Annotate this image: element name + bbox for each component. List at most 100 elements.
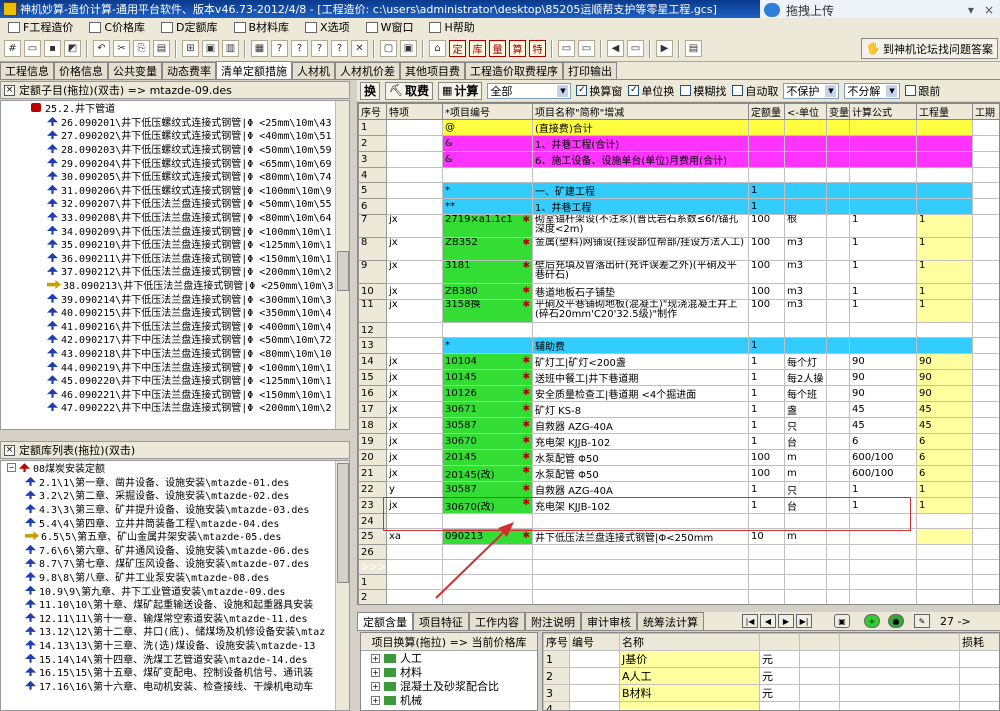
table-cell[interactable]: 只 bbox=[784, 417, 827, 434]
table-cell[interactable] bbox=[826, 574, 850, 590]
table-cell[interactable]: 17 bbox=[358, 401, 387, 418]
close-icon[interactable]: × bbox=[984, 3, 994, 17]
table-cell[interactable] bbox=[826, 449, 850, 466]
table-cell[interactable] bbox=[799, 650, 840, 668]
table-cell[interactable]: 13 bbox=[358, 337, 387, 354]
table-cell[interactable]: m3 bbox=[784, 299, 827, 323]
bottom-tab-4[interactable]: 审计审核 bbox=[581, 612, 637, 630]
table-cell[interactable]: 2 bbox=[358, 589, 387, 604]
tree-item[interactable]: 5.4\4\第四章、立井井筒装备工程\mtazde-04.des bbox=[1, 515, 349, 529]
table-cell[interactable]: 16 bbox=[358, 385, 387, 402]
table-cell[interactable]: 6 bbox=[849, 433, 917, 450]
table-cell[interactable]: 30671 ✱ bbox=[442, 401, 533, 418]
table-cell[interactable]: jx bbox=[386, 237, 443, 261]
column-header[interactable]: 名称 bbox=[619, 633, 760, 651]
table-cell[interactable]: m3 bbox=[784, 237, 827, 261]
table-row[interactable]: 21 jx 20145(改) ✱ 水泵配管 Φ50 100 m 600/100 6 bbox=[358, 465, 999, 482]
screen-icon[interactable]: ▭ bbox=[558, 40, 575, 57]
table-cell[interactable]: 2 bbox=[358, 135, 387, 152]
table-cell[interactable] bbox=[959, 701, 999, 710]
table-cell[interactable]: 金属(塑料)网铺设(挂设部位帮部/挂设方法人工) bbox=[532, 237, 749, 261]
tree-item[interactable]: 10.9\9\第九章、井下工业管道安装\mtazde-09.des bbox=[1, 583, 349, 597]
table-cell[interactable]: 8 bbox=[358, 237, 387, 261]
table-cell[interactable]: 1 bbox=[748, 417, 785, 434]
table-cell[interactable]: 6 bbox=[916, 449, 973, 466]
table-cell[interactable] bbox=[532, 322, 749, 338]
table-cell[interactable] bbox=[386, 119, 443, 136]
scroll-thumb[interactable] bbox=[337, 251, 349, 291]
table-cell[interactable]: 每个班 bbox=[784, 385, 827, 402]
tree-item[interactable]: 35.090210\井下低压法兰盘连接式钢管|Φ <125mm\10m\1 bbox=[1, 237, 349, 251]
table-row[interactable]: 1 bbox=[358, 574, 999, 590]
table-row[interactable]: 16 jx 10126 ✱ 安全质量检查工|巷道期 <4个掘进面 1 每个班 90 90 bbox=[358, 385, 999, 402]
column-header[interactable]: 定额量 bbox=[748, 103, 785, 120]
tree-item[interactable]: 43.090218\井下中压法兰盘连接式钢管|Φ <80mm\10m\10 bbox=[1, 346, 349, 359]
table-cell[interactable]: 元 bbox=[759, 684, 800, 702]
table-cell[interactable] bbox=[826, 465, 850, 482]
table-cell[interactable] bbox=[442, 574, 533, 590]
table-cell[interactable] bbox=[972, 151, 999, 168]
tab-4[interactable]: 清单定额措施 bbox=[216, 61, 292, 79]
table-row[interactable]: 22 y 30587 ✱ 自救器 AZG-40A 1 只 1 1 bbox=[358, 481, 999, 498]
table-cell[interactable]: 26 bbox=[358, 544, 387, 560]
menu-item-5[interactable]: W窗口 bbox=[358, 19, 422, 35]
cut-icon[interactable]: ✂ bbox=[113, 40, 130, 57]
checkbox-box[interactable] bbox=[905, 85, 917, 96]
save-as-icon[interactable]: ◩ bbox=[64, 40, 81, 57]
table-cell[interactable]: jx bbox=[386, 299, 443, 323]
tree-item[interactable]: 32.090207\井下低压法兰盘连接式钢管|Φ <50mm\10m\55 bbox=[1, 196, 349, 210]
column-header[interactable] bbox=[839, 633, 960, 651]
table-cell[interactable]: jx bbox=[386, 214, 443, 238]
table-cell[interactable] bbox=[442, 559, 533, 575]
table-cell[interactable] bbox=[827, 605, 850, 606]
table-cell[interactable] bbox=[917, 605, 973, 606]
forward-icon[interactable]: ▶ bbox=[656, 40, 673, 57]
table-cell[interactable]: ZB352 ✱ bbox=[442, 237, 533, 261]
list-icon[interactable]: ▤ bbox=[685, 40, 702, 57]
table-cell[interactable]: 9 bbox=[358, 260, 387, 284]
calculate-button[interactable]: ▦ 计算 bbox=[438, 81, 483, 100]
table-row[interactable]: >>>> bbox=[358, 559, 999, 575]
help-icon[interactable]: ? bbox=[271, 40, 288, 57]
table-cell[interactable] bbox=[569, 650, 620, 668]
table-cell[interactable]: ** bbox=[442, 198, 533, 215]
tree-item[interactable]: 12.11\11\第十一章、输煤常空索道安装\mtazde-11.des bbox=[1, 611, 349, 624]
tree-item[interactable]: 4.3\3\第三章、矿井提升设备、设施安装\mtazde-03.des bbox=[1, 502, 349, 515]
table-cell[interactable]: 3 bbox=[543, 684, 570, 702]
table-cell[interactable]: @ bbox=[442, 119, 533, 136]
save-icon[interactable]: ▪ bbox=[44, 40, 61, 57]
layout-icon[interactable]: ▣ bbox=[400, 40, 417, 57]
table-cell[interactable] bbox=[849, 337, 917, 354]
table-cell[interactable]: ZB380 ✱ bbox=[442, 283, 533, 300]
checkbox-box[interactable]: ✓ bbox=[628, 85, 640, 96]
export-icon[interactable]: ▭ bbox=[627, 40, 644, 57]
tree-root[interactable]: 25.2.井下管道 bbox=[1, 101, 349, 115]
table-cell[interactable] bbox=[569, 701, 620, 710]
column-header[interactable]: <-单位 bbox=[784, 103, 827, 120]
table-row[interactable]: 26 bbox=[358, 544, 999, 560]
table-cell[interactable]: 10104 ✱ bbox=[442, 353, 533, 370]
table-cell[interactable] bbox=[839, 650, 960, 668]
table-cell[interactable] bbox=[533, 605, 749, 606]
tree-item[interactable]: 47.090222\井下中压法兰盘连接式钢管|Φ <200mm\10m\2 bbox=[1, 400, 349, 414]
table-cell[interactable] bbox=[826, 481, 850, 498]
table-cell[interactable] bbox=[849, 151, 917, 168]
table-cell[interactable]: m bbox=[784, 465, 827, 482]
report-icon[interactable]: ▦ bbox=[251, 40, 268, 57]
table-cell[interactable] bbox=[826, 417, 850, 434]
table-cell[interactable]: 1 bbox=[748, 337, 785, 354]
tree-item[interactable]: 15.14\14\第十四章、洗煤工艺管道安装\mtazde-14.des bbox=[1, 651, 349, 665]
edit-icon[interactable]: ✎ bbox=[914, 614, 930, 628]
table-cell[interactable] bbox=[972, 433, 999, 450]
table-cell[interactable] bbox=[916, 513, 973, 529]
table-row[interactable]: 9 jx 3181 ✱ 壁后充填及冒落出矸(充许误差之外)(平硐及平巷矸石) 100 m3 1… bbox=[358, 260, 999, 284]
panel-icon[interactable]: ▣ bbox=[834, 614, 850, 628]
column-header[interactable]: *项目编号 bbox=[442, 103, 533, 120]
table-cell[interactable] bbox=[748, 322, 785, 338]
table-cell[interactable]: 台 bbox=[784, 433, 827, 450]
table-row[interactable]: 20 jx 20145 ✱ 水泵配管 Φ50 100 m 600/100 6 bbox=[358, 449, 999, 466]
table-cell[interactable] bbox=[972, 559, 999, 575]
tree-item[interactable]: 2.1\1\第一章、凿井设备、设施安装\mtazde-01.des bbox=[1, 475, 349, 488]
table-cell[interactable]: 6 bbox=[358, 198, 387, 215]
bottom-tab-5[interactable]: 统筹法计算 bbox=[637, 612, 704, 630]
